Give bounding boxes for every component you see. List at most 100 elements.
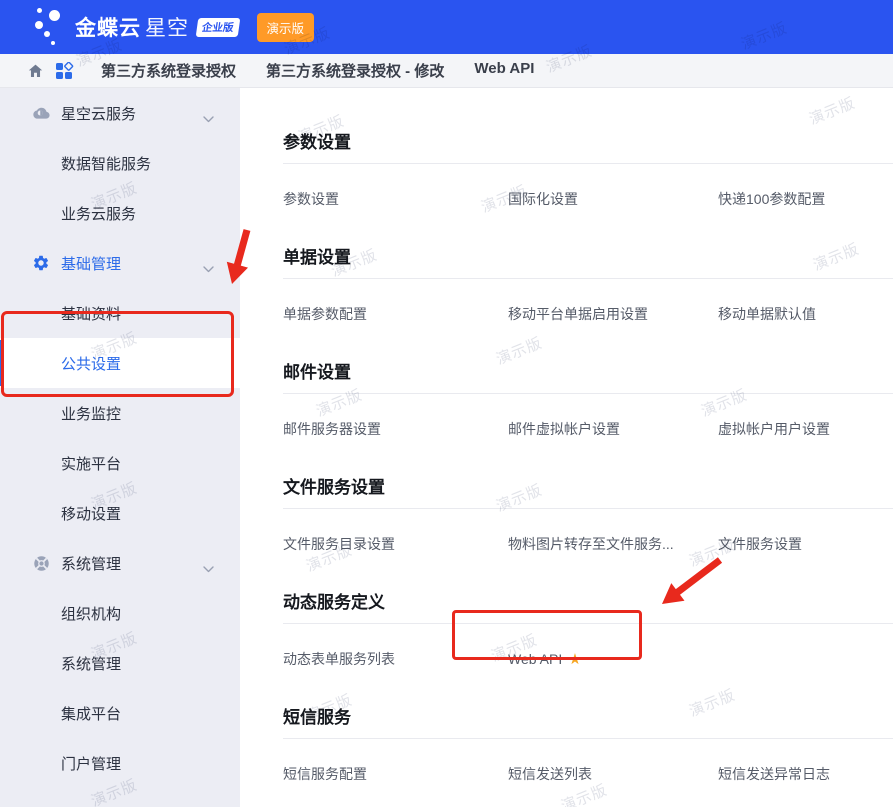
brand-light: 星空 [145, 17, 189, 40]
tab-bar: 第三方系统登录授权 第三方系统登录授权 - 修改 Web API [0, 54, 893, 88]
tab-3[interactable]: Web API [474, 60, 534, 81]
sidebar-item-label: 实施平台 [61, 455, 122, 473]
sidebar-item-label: 组织机构 [61, 605, 122, 623]
tab-2[interactable]: 第三方系统登录授权 - 修改 [266, 60, 444, 81]
menu-link-label: 虚拟帐户用户设置 [718, 421, 830, 437]
menu-link--100-[interactable]: 快递100参数配置 [718, 190, 893, 209]
tab-1[interactable]: 第三方系统登录授权 [101, 60, 236, 81]
menu-link--[interactable]: 短信发送异常日志 [718, 765, 893, 784]
gear-icon [32, 254, 50, 272]
sidebar-item-13[interactable]: 集成平台 [0, 688, 240, 738]
menu-link-label: 移动平台单据启用设置 [508, 306, 648, 322]
compass-icon [32, 554, 50, 572]
chevron-down-icon[interactable] [203, 560, 214, 577]
menu-link-label: 邮件服务器设置 [283, 421, 381, 437]
section-divider [283, 393, 893, 394]
home-icon[interactable] [27, 63, 44, 79]
menu-link--[interactable]: 参数设置 [283, 190, 508, 209]
sidebar-item-label: 基础资料 [61, 305, 122, 323]
menu-link-label: 物料图片转存至文件服务... [508, 536, 674, 552]
sidebar-item-14[interactable]: 门户管理 [0, 738, 240, 788]
menu-link-label: 动态表单服务列表 [283, 651, 395, 667]
section-divider [283, 623, 893, 624]
menu-link--[interactable]: 国际化设置 [508, 190, 718, 209]
sidebar-item-label: 公共设置 [61, 355, 122, 373]
section-items: 短信服务配置 短信发送列表 短信发送异常日志 [283, 765, 893, 784]
menu-link--[interactable]: 短信发送列表 [508, 765, 718, 784]
menu-link-label: 移动单据默认值 [718, 306, 816, 322]
sidebar-item-label: 移动设置 [61, 505, 122, 523]
app-header: 金蝶云 星空 企业版 演示版 [0, 0, 893, 54]
section-items: 文件服务目录设置 物料图片转存至文件服务... 文件服务设置 [283, 535, 893, 554]
app-grid-icon[interactable] [55, 61, 74, 80]
sidebar-item-7[interactable]: 业务监控 [0, 388, 240, 438]
menu-link-label: 文件服务设置 [718, 536, 802, 552]
sidebar-item-1[interactable]: 星空云服务 [0, 88, 240, 138]
menu-link--[interactable]: 文件服务设置 [718, 535, 893, 554]
sidebar-item-label: 系统管理 [61, 655, 122, 673]
section-title: 短信服务 [283, 708, 351, 727]
menu-link--[interactable]: 邮件虚拟帐户设置 [508, 420, 718, 439]
section-divider [283, 508, 893, 509]
menu-link-label: 参数设置 [283, 191, 339, 207]
menu-link-web-api[interactable]: Web API ★ [508, 650, 718, 669]
sidebar-item-label: 门户管理 [61, 755, 122, 773]
sidebar-item-4[interactable]: 基础管理 [0, 238, 240, 288]
section-title: 邮件设置 [283, 363, 351, 382]
sidebar-item-10[interactable]: 系统管理 [0, 538, 240, 588]
sidebar-item-label: 集成平台 [61, 705, 122, 723]
menu-link-label: 短信服务配置 [283, 766, 367, 782]
sidebar-item-label: 星空云服务 [61, 105, 137, 123]
section-divider [283, 278, 893, 279]
cloud-icon [32, 104, 50, 122]
sidebar-item-6[interactable]: 公共设置 [0, 338, 240, 388]
sidebar-item-label: 业务监控 [61, 405, 122, 423]
chevron-down-icon[interactable] [203, 110, 214, 127]
menu-link-label: 邮件虚拟帐户设置 [508, 421, 620, 437]
section-items: 参数设置 国际化设置 快递100参数配置 [283, 190, 893, 209]
menu-link--[interactable]: 单据参数配置 [283, 305, 508, 324]
sidebar-item-12[interactable]: 系统管理 [0, 638, 240, 688]
menu-link--[interactable]: 文件服务目录设置 [283, 535, 508, 554]
content-area: 参数设置 参数设置 国际化设置 快递100参数配置 单据设置单据参数配置 移动平台单据启用… [240, 88, 893, 807]
menu-link--[interactable]: 虚拟帐户用户设置 [718, 420, 893, 439]
menu-link-label: Web API [508, 651, 563, 667]
sidebar-item-3[interactable]: 业务云服务 [0, 188, 240, 238]
sidebar-item-9[interactable]: 移动设置 [0, 488, 240, 538]
section-divider [283, 738, 893, 739]
sidebar-item-label: 基础管理 [61, 255, 122, 273]
sidebar-item-11[interactable]: 组织机构 [0, 588, 240, 638]
chevron-down-icon[interactable] [203, 260, 214, 277]
section-title: 单据设置 [283, 248, 351, 267]
menu-link-label: 单据参数配置 [283, 306, 367, 322]
sidebar-item-5[interactable]: 基础资料 [0, 288, 240, 338]
sidebar-item-label: 业务云服务 [61, 205, 137, 223]
menu-link--[interactable]: 移动单据默认值 [718, 305, 893, 324]
sidebar-item-2[interactable]: 数据智能服务 [0, 138, 240, 188]
brand-bold: 金蝶云 [75, 17, 141, 40]
kingdee-logo-icon [33, 7, 65, 47]
menu-link--[interactable]: 动态表单服务列表 [283, 650, 508, 669]
brand-title: 金蝶云 星空 [75, 12, 189, 42]
section-title: 文件服务设置 [283, 478, 385, 497]
menu-link--[interactable]: 物料图片转存至文件服务... [508, 535, 718, 554]
star-icon: ★ [568, 651, 582, 668]
menu-link--[interactable]: 移动平台单据启用设置 [508, 305, 718, 324]
edition-badge: 企业版 [195, 17, 240, 37]
section-title: 动态服务定义 [283, 593, 385, 612]
section-items: 单据参数配置 移动平台单据启用设置 移动单据默认值 [283, 305, 893, 324]
menu-link-label: 短信发送异常日志 [718, 766, 830, 782]
menu-link-label: 短信发送列表 [508, 766, 592, 782]
menu-link-label: 快递100参数配置 [718, 191, 826, 207]
sidebar-nav: 星空云服务数据智能服务 业务云服务基础管理基础资料公共设置业务监控实施平台移动设置… [0, 88, 240, 807]
section-items: 动态表单服务列表 Web API ★ [283, 650, 893, 669]
sidebar-item-label: 系统管理 [61, 555, 122, 573]
demo-version-badge: 演示版 [256, 12, 315, 42]
section-items: 邮件服务器设置 邮件虚拟帐户设置 虚拟帐户用户设置 [283, 420, 893, 439]
sidebar-item-8[interactable]: 实施平台 [0, 438, 240, 488]
menu-link--[interactable]: 短信服务配置 [283, 765, 508, 784]
sidebar-item-label: 数据智能服务 [61, 155, 152, 173]
menu-link-label: 国际化设置 [508, 191, 578, 207]
menu-link-label: 文件服务目录设置 [283, 536, 395, 552]
menu-link--[interactable]: 邮件服务器设置 [283, 420, 508, 439]
